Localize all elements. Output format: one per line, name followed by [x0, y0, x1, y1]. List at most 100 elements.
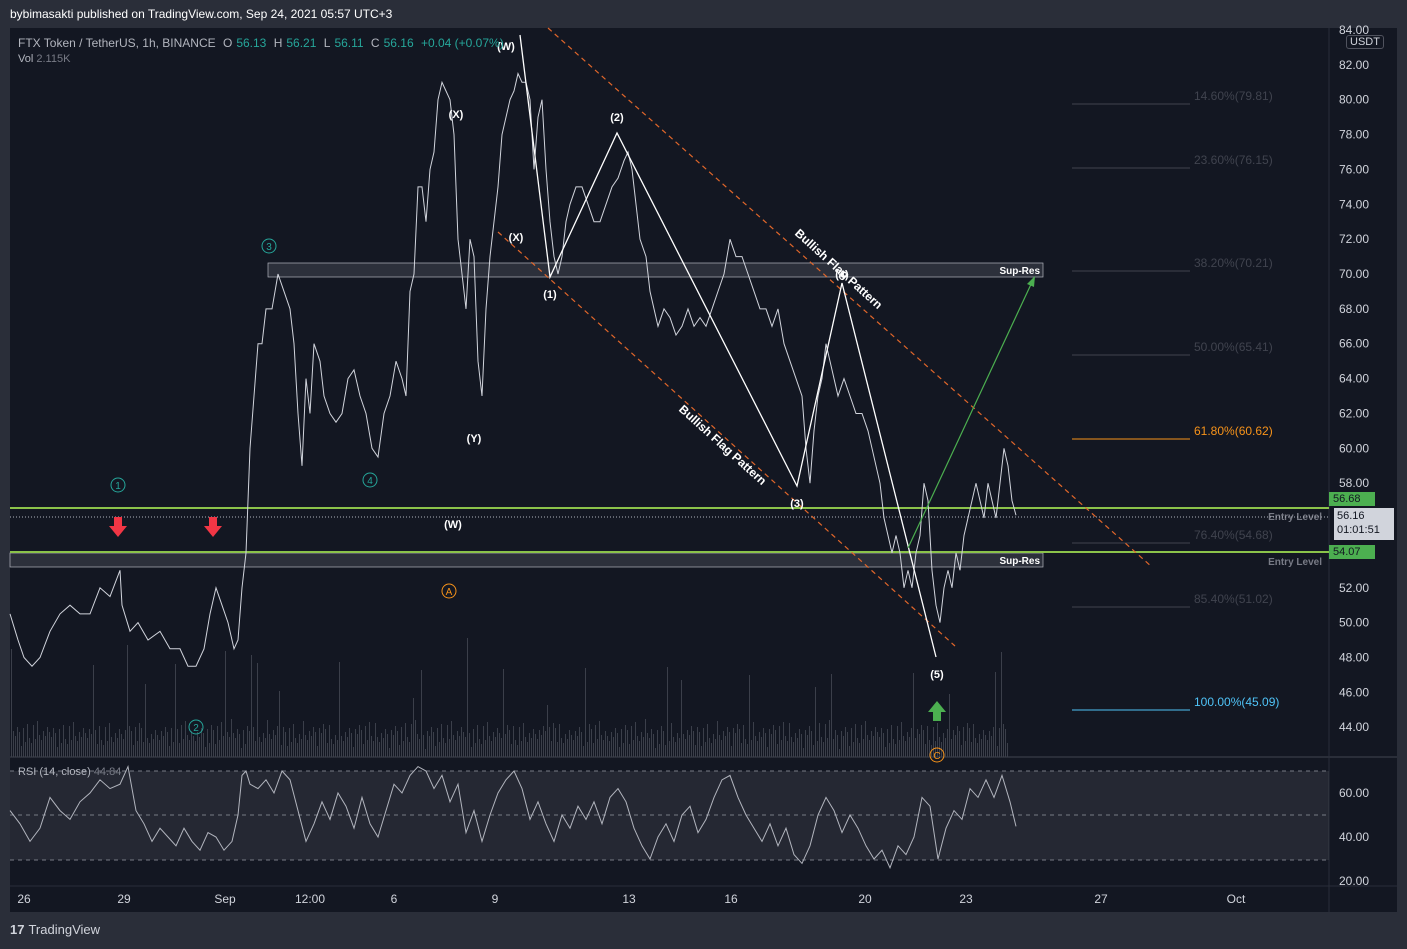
volume-bar: [731, 746, 732, 757]
volume-bar: [969, 728, 970, 757]
volume-bar: [437, 728, 438, 757]
tradingview-logo[interactable]: 17 TradingView: [10, 922, 100, 937]
volume-bar: [663, 731, 664, 757]
footer-bar: [0, 912, 1407, 949]
volume-bar: [53, 728, 54, 757]
volume-bar: [831, 674, 832, 757]
volume-bar: [175, 664, 176, 757]
volume-bar: [319, 728, 320, 757]
volume-bar: [55, 733, 56, 757]
volume-bar: [697, 727, 698, 757]
volume-bar: [37, 721, 38, 757]
volume-bar: [301, 739, 302, 757]
volume-bar: [583, 746, 584, 757]
volume-bar: [579, 727, 580, 757]
y-tick-label: 58.00: [1339, 476, 1369, 490]
volume-bar: [71, 740, 72, 757]
volume-bar: [571, 735, 572, 757]
volume-bar: [149, 743, 150, 757]
sell-arrow-icon: [204, 526, 222, 537]
y-tick-label: 50.00: [1339, 616, 1369, 630]
volume-bar: [953, 730, 954, 757]
volume-bar: [559, 724, 560, 757]
volume-bar: [151, 734, 152, 757]
volume-bar: [481, 744, 482, 757]
volume-bar: [533, 729, 534, 757]
volume-bar: [439, 742, 440, 757]
volume-bar: [343, 741, 344, 757]
volume-bar: [813, 745, 814, 757]
volume-bar: [815, 687, 816, 757]
volume-bar: [427, 731, 428, 757]
volume-bar: [613, 737, 614, 757]
volume-bar: [757, 741, 758, 757]
y-tick-label: 64.00: [1339, 372, 1369, 386]
volume-bar: [415, 720, 416, 757]
volume-bar: [643, 737, 644, 757]
volume-bar: [965, 741, 966, 757]
x-tick-label: 20: [858, 892, 872, 906]
volume-bar: [823, 742, 824, 757]
volume-bar: [1005, 729, 1006, 757]
volume-bar: [897, 726, 898, 757]
volume-bar: [999, 728, 1000, 757]
volume-bar: [51, 737, 52, 757]
entry-level-label: Entry Level: [1268, 557, 1322, 568]
volume-bar: [19, 732, 20, 757]
volume-bar: [681, 680, 682, 757]
volume-bar: [473, 729, 474, 757]
volume-bar: [829, 720, 830, 757]
volume-bar: [373, 741, 374, 757]
volume-bar: [891, 725, 892, 757]
rsi-value: 44.84: [93, 766, 122, 778]
y-tick-label: 46.00: [1339, 685, 1369, 699]
price-line: [9, 72, 1017, 667]
volume-bar: [167, 732, 168, 757]
volume-bar: [207, 729, 208, 757]
volume-bar: [137, 741, 138, 757]
volume-bar: [841, 731, 842, 757]
volume-bar: [475, 743, 476, 757]
volume-bar: [703, 728, 704, 757]
volume-bar: [115, 733, 116, 757]
volume-bar: [859, 743, 860, 757]
volume-bar: [951, 739, 952, 757]
currency-badge[interactable]: USDT: [1346, 35, 1384, 49]
chart-legend: FTX Token / TetherUS, 1h, BINANCE O 56.13…: [18, 35, 508, 67]
volume-bar: [851, 728, 852, 757]
fib-level-label: 76.40%(54.68): [1194, 528, 1273, 542]
volume-bar: [517, 745, 518, 757]
volume-bar: [27, 724, 28, 757]
chart-canvas[interactable]: Sup-ResSup-ResEntry LevelEntry Level14.6…: [0, 0, 1407, 949]
volume-bar: [183, 739, 184, 757]
volume-bar: [693, 731, 694, 757]
volume-bar: [309, 731, 310, 757]
volume-bar: [495, 737, 496, 757]
volume-bar: [609, 741, 610, 757]
volume-bar: [265, 738, 266, 757]
rsi-title[interactable]: RSI (14, close): [18, 766, 91, 778]
volume-bar: [441, 724, 442, 757]
volume-bar: [493, 732, 494, 757]
volume-bar: [411, 724, 412, 757]
volume-bar: [179, 743, 180, 757]
symbol-title[interactable]: FTX Token / TetherUS, 1h, BINANCE: [18, 36, 216, 50]
volume-bar: [359, 725, 360, 757]
volume-bar: [945, 738, 946, 757]
tv-logo-icon: 17: [10, 922, 25, 937]
wave-label: (X): [509, 232, 524, 244]
volume-bar: [925, 744, 926, 757]
volume-bar: [479, 739, 480, 757]
volume-bar: [337, 740, 338, 757]
volume-bar: [89, 729, 90, 757]
volume-bar: [331, 739, 332, 757]
volume-bar: [825, 724, 826, 757]
volume-bar: [401, 727, 402, 757]
volume-bar: [513, 726, 514, 757]
volume-bar: [525, 737, 526, 757]
volume-bar: [611, 732, 612, 757]
volume-bar: [659, 744, 660, 757]
volume-bar: [157, 735, 158, 757]
volume-bar: [527, 742, 528, 757]
volume-bar: [907, 732, 908, 757]
